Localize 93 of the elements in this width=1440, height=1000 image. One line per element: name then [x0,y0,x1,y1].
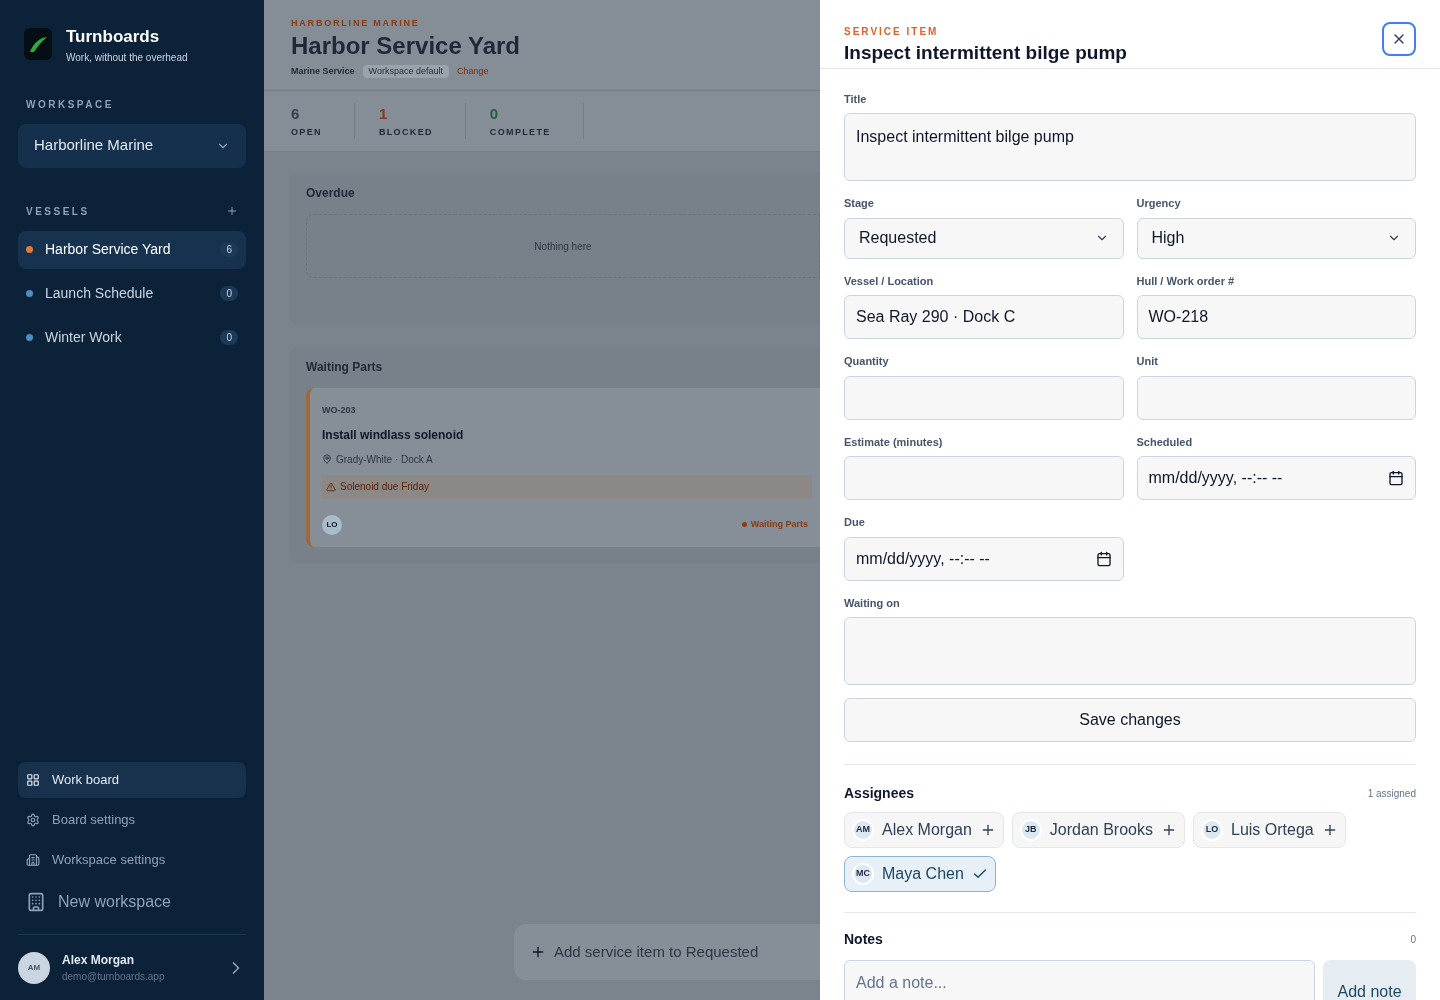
field-label: Waiting on [844,595,901,611]
stat-label: COMPLETE [489,125,551,139]
stat-value: 6 [291,104,301,124]
close-button[interactable] [1382,22,1416,56]
vessel-name: Launch Schedule [45,284,155,303]
date-field[interactable]: mm/dd/yyyy, --:-- -- [1136,456,1416,500]
select-field[interactable]: High [1136,217,1416,259]
text-area[interactable] [844,617,1416,685]
logo-icon [22,26,54,63]
assigned-count: 1 assigned [1367,787,1416,801]
vessel-name: Harbor Service Yard [45,240,172,259]
input-field[interactable] [844,456,1124,500]
count-badge: 6 [220,242,238,257]
assignee-chip[interactable]: AM Alex Morgan [844,812,1004,848]
input-field[interactable] [1136,375,1416,420]
section-label: VESSELS [26,204,90,219]
nav-item[interactable]: Workspace settings [18,842,246,878]
card-location: Grady-White · Dock A [336,452,433,467]
select-field[interactable]: Requested [844,217,1124,259]
stat-value: 1 [378,104,389,124]
text-area[interactable]: Inspect intermittent bilge pump [844,113,1416,181]
calendar-icon [1095,550,1112,567]
assignee-avatar: LO [322,514,342,535]
field-label: Estimate (minutes) [844,434,944,450]
notes-count: 0 [1410,933,1416,947]
nav-item[interactable]: Work board [18,762,246,798]
new-workspace-button[interactable]: New workspace [18,882,246,922]
section-label: WORKSPACE [25,97,115,112]
column-title: Overdue [306,185,356,202]
card-title: Install windlass solenoid [322,426,465,444]
work-order-id: WO-203 [322,404,357,417]
section-title: Assignees [844,784,915,803]
drawer-title: Inspect intermittent bilge pump [844,41,1127,65]
add-item-button[interactable]: Add service item to Requested [514,924,820,980]
field-label: Hull / Work order # [1136,273,1236,289]
plus-icon [1161,822,1177,838]
board-type: Marine Service [291,64,355,78]
stat-label: BLOCKED [378,125,433,139]
count-badge: 0 [220,330,238,345]
nav-item[interactable]: Board settings [18,802,246,838]
building-icon [26,892,46,912]
field-label: Scheduled [1136,434,1194,450]
stat-value: 0 [489,104,500,124]
section-title: Notes [844,930,883,949]
count-badge: 0 [220,286,238,301]
save-button[interactable]: Save changes [844,698,1416,742]
workspace-select[interactable]: Harborline Marine [18,123,246,168]
brand-tagline: Work, without the overhead [66,50,188,65]
default-badge: Workspace default [362,64,449,78]
field-label: Stage [844,196,875,211]
initials-avatar: LO [1201,819,1223,841]
vessel-item[interactable]: Harbor Service Yard 6 [18,230,246,269]
add-note-button[interactable]: Add note [1323,960,1416,1000]
board-icon [26,773,40,787]
field-label: Quantity [844,354,890,369]
initials-avatar: AM [852,819,874,841]
input-field[interactable] [844,375,1124,420]
field-label: Unit [1136,354,1159,369]
vessel-item[interactable]: Launch Schedule 0 [18,274,246,313]
field-label: Due [844,515,866,530]
field-label: Title [844,91,868,107]
initials-avatar: JB [1019,819,1042,841]
field-label: Urgency [1136,196,1182,211]
service-card[interactable]: WO-203 Install windlass solenoid Grady-White · Dock A Solenoid due Friday LO Waiting Parts [306,388,820,547]
board-title: Harbor Service Yard [291,30,522,61]
alert-banner: Solenoid due Friday [322,474,812,499]
drawer-eyebrow: SERVICE ITEM [844,25,940,39]
assignee-chip[interactable]: LO Luis Ortega [1193,812,1346,848]
input-field[interactable]: Sea Ray 290 · Dock C [844,295,1124,339]
status-label: Waiting Parts [750,517,808,531]
user-name: Alex Morgan [62,952,135,969]
initials-avatar: MC [852,863,874,885]
vessel-item[interactable]: Winter Work 0 [18,318,246,357]
stat-label: OPEN [291,125,322,139]
column-title: Waiting Parts [306,359,384,376]
user-email: demo@turnboards.app [62,970,166,984]
field-label: Vessel / Location [844,273,935,289]
add-icon[interactable] [226,205,238,217]
brand-name: Turnboards [66,26,161,48]
input-field[interactable]: WO-218 [1136,295,1416,339]
add-icon [530,944,546,960]
org-label: HARBORLINE MARINE [291,17,421,30]
building-icon [26,853,40,867]
warning-icon [326,481,336,492]
assignee-chip[interactable]: JB Jordan Brooks [1011,812,1185,848]
assignee-chip[interactable]: MC Maya Chen [844,856,996,892]
pin-icon [322,454,332,464]
settings-icon [26,813,40,827]
date-field[interactable]: mm/dd/yyyy, --:-- -- [844,536,1124,581]
user-avatar: AM [18,951,50,984]
note-input[interactable]: Add a note... [844,960,1315,1000]
calendar-icon [1388,470,1404,486]
vessel-name: Winter Work [45,328,123,347]
